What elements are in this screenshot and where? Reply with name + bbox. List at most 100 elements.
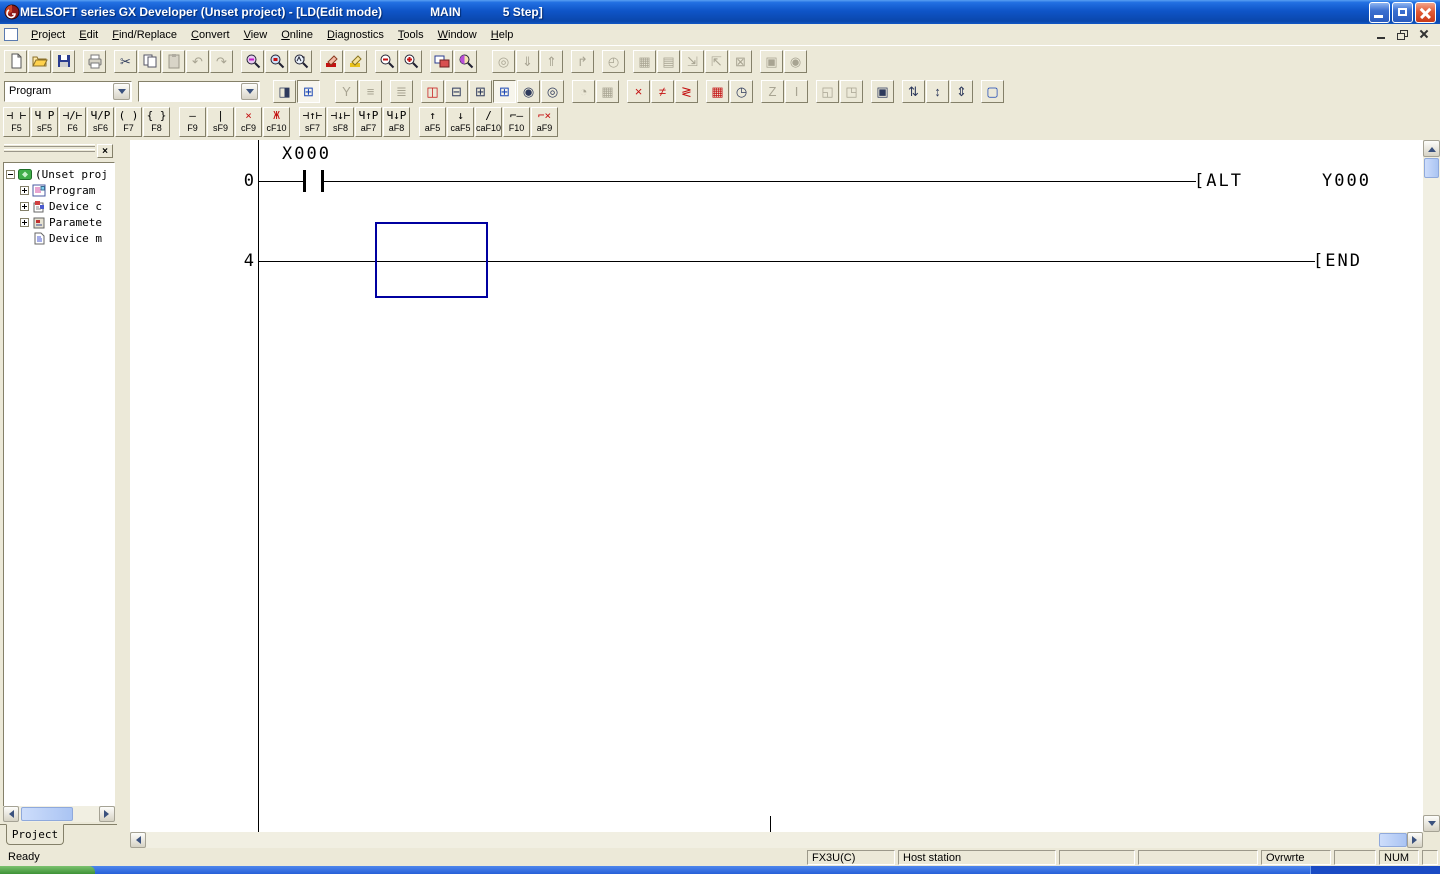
cut-button[interactable]: ✂ <box>114 50 137 73</box>
panel-gripper[interactable]: × <box>4 144 113 160</box>
mdi-minimize-button[interactable] <box>1375 28 1390 41</box>
paste-button[interactable] <box>162 50 185 73</box>
scrollbar-thumb[interactable] <box>21 807 73 821</box>
ladder-horizontal-scrollbar[interactable] <box>130 832 1423 848</box>
rising-pulse-branch-af7-button[interactable]: Ч↑РaF7 <box>355 107 382 137</box>
ladder-vertical-scrollbar[interactable] <box>1423 140 1440 832</box>
falling-pulse-branch-af8-button[interactable]: Ч↓РaF8 <box>383 107 410 137</box>
restore-button[interactable] <box>1392 2 1413 23</box>
redo-button[interactable]: ↷ <box>210 50 233 73</box>
falling-edge-caf5-button[interactable]: ↓caF5 <box>447 107 474 137</box>
monitor-mode-button[interactable]: ▣ <box>871 80 894 103</box>
entry-data-monitor-button[interactable]: ◷ <box>730 80 753 103</box>
delete-rung-af9-button[interactable]: ⌐×aF9 <box>531 107 558 137</box>
device-grid-button[interactable]: ▦ <box>706 80 729 103</box>
tree-item-device-memory[interactable]: Device m <box>6 230 114 246</box>
minimize-button[interactable] <box>1369 2 1390 23</box>
scroll-down-button[interactable] <box>1423 815 1440 832</box>
tree-item-device-comment[interactable]: Device c <box>6 198 114 214</box>
scrollbar-thumb[interactable] <box>1424 158 1439 178</box>
scroll-right-button[interactable] <box>99 806 115 822</box>
ladder-doc-find-button[interactable]: ◨ <box>273 80 296 103</box>
menu-online[interactable]: Online <box>274 26 320 44</box>
ladder-upload-button[interactable]: ⇱ <box>705 50 728 73</box>
ladder-download-button[interactable]: ⇲ <box>681 50 704 73</box>
screen-switch-button[interactable] <box>430 50 453 73</box>
find-macro-button[interactable] <box>454 50 477 73</box>
scroll-left-button[interactable] <box>3 806 19 822</box>
scroll-right-button[interactable] <box>1407 832 1423 848</box>
save-project-button[interactable] <box>52 50 75 73</box>
ladder-edit-cursor[interactable] <box>375 222 488 298</box>
device-comment-edit-button[interactable] <box>320 50 343 73</box>
find-device-button[interactable] <box>265 50 288 73</box>
pause-monitor-button[interactable]: ◉ <box>784 50 807 73</box>
convert-block-f10-button[interactable]: ⌐—F10 <box>503 107 530 137</box>
instruction-check-1-button[interactable]: × <box>627 80 650 103</box>
find-next-button[interactable]: ◎ <box>492 50 515 73</box>
data-list-button[interactable]: ≣ <box>390 80 413 103</box>
expand-icon[interactable] <box>20 186 29 195</box>
menu-window[interactable]: Window <box>431 26 484 44</box>
window-cascade-button[interactable]: ◱ <box>816 80 839 103</box>
data-combo-dropdown[interactable] <box>241 83 258 100</box>
ladder-editor[interactable]: 0 X000 [ALT Y000 4 [END <box>130 140 1423 832</box>
menu-project[interactable]: Project <box>24 26 72 44</box>
mdi-close-button[interactable] <box>1417 28 1432 41</box>
expand-icon[interactable] <box>20 218 29 227</box>
scrollbar-thumb[interactable] <box>1379 833 1407 847</box>
copy-ladder-button[interactable]: ▤ <box>657 50 680 73</box>
program-combo-dropdown[interactable] <box>113 83 130 100</box>
zoom-out-button[interactable] <box>375 50 398 73</box>
expand-icon[interactable] <box>20 202 29 211</box>
rising-edge-af5-button[interactable]: ↑aF5 <box>419 107 446 137</box>
find-device-2-button[interactable]: ◉ <box>517 80 540 103</box>
menu-tools[interactable]: Tools <box>391 26 431 44</box>
grid-setting-button[interactable]: ▦ <box>596 80 619 103</box>
new-project-button[interactable] <box>4 50 27 73</box>
menu-find-replace[interactable]: Find/Replace <box>105 26 184 44</box>
program-combo[interactable]: Program <box>4 81 132 102</box>
scroll-up-button[interactable] <box>1423 140 1440 157</box>
collapse-icon[interactable] <box>6 170 15 179</box>
statement-edit-button[interactable] <box>344 50 367 73</box>
coil-f7-button[interactable]: ( )F7 <box>115 107 142 137</box>
invert-operation-caf10-button[interactable]: ∕caF10 <box>475 107 502 137</box>
delete-horizontal-line-cf9-button[interactable]: ×cF9 <box>235 107 262 137</box>
monitor-write-2-button[interactable]: ↕ <box>926 80 949 103</box>
project-data-list-button[interactable]: ⊞ <box>297 80 320 103</box>
print-button[interactable] <box>83 50 106 73</box>
parameter-view-button[interactable]: ⊟ <box>445 80 468 103</box>
read-from-plc-button[interactable]: ⇑ <box>540 50 563 73</box>
copy-button[interactable] <box>138 50 161 73</box>
rising-pulse-sf7-button[interactable]: ⊣↑⊢sF7 <box>299 107 326 137</box>
jump-button[interactable]: ↱ <box>571 50 594 73</box>
save-monitor-button[interactable]: ▣ <box>760 50 783 73</box>
mini-monitor-button[interactable]: ▢ <box>981 80 1004 103</box>
horizontal-line-f9-button[interactable]: —F9 <box>179 107 206 137</box>
comment-edit-button[interactable]: ≡ <box>359 80 382 103</box>
find-contact-button[interactable] <box>241 50 264 73</box>
grid-view-button[interactable]: ▦ <box>633 50 656 73</box>
open-branch-sf5-button[interactable]: Ч РsF5 <box>31 107 58 137</box>
tree-view-b-button[interactable]: ⊞ <box>493 80 516 103</box>
tree-horizontal-scrollbar[interactable] <box>3 806 115 822</box>
application-instruction-f8-button[interactable]: { }F8 <box>143 107 170 137</box>
ladder-ld-mode-button[interactable]: ◫ <box>421 80 444 103</box>
write-to-plc-button[interactable]: ⇓ <box>516 50 539 73</box>
falling-pulse-sf8-button[interactable]: ⊣↓⊢sF8 <box>327 107 354 137</box>
menu-view[interactable]: View <box>237 26 275 44</box>
undo-button[interactable]: ↶ <box>186 50 209 73</box>
sampling-trace-button[interactable]: ◴ <box>602 50 625 73</box>
menu-help[interactable]: Help <box>484 26 521 44</box>
scroll-left-button[interactable] <box>130 832 146 848</box>
telephone-line-button[interactable]: ◔ <box>572 80 595 103</box>
monitor-i-button[interactable]: I <box>785 80 808 103</box>
find-replace-2-button[interactable]: ◎ <box>541 80 564 103</box>
closed-branch-sf6-button[interactable]: Ч/РsF6 <box>87 107 114 137</box>
window-tile-button[interactable]: ◳ <box>840 80 863 103</box>
menu-convert[interactable]: Convert <box>184 26 237 44</box>
menu-diagnostics[interactable]: Diagnostics <box>320 26 391 44</box>
tab-project[interactable]: Project <box>6 824 64 845</box>
device-test-button[interactable]: Y <box>335 80 358 103</box>
